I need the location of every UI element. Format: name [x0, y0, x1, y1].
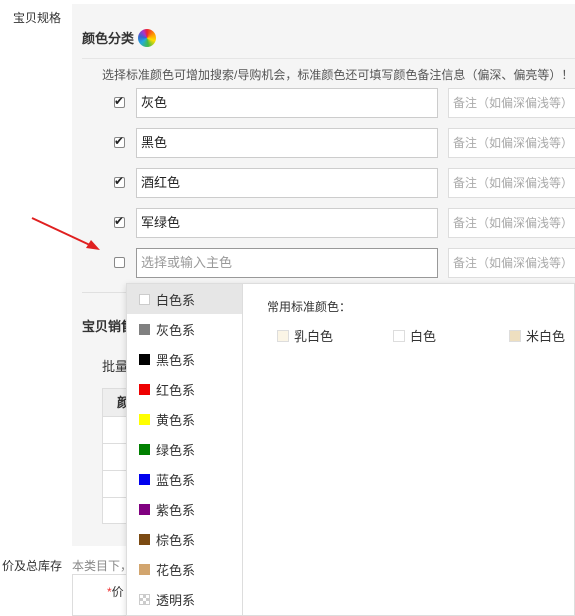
color-swatch-icon: [139, 353, 150, 365]
color-dropdown: 白色系灰色系黑色系红色系黄色系绿色系蓝色系紫色系棕色系花色系透明系 常用标准颜色…: [126, 283, 575, 616]
color-swatch-icon: [139, 533, 150, 545]
color-swatch-icon: [393, 329, 405, 342]
standard-color-option[interactable]: 乳白色: [277, 326, 333, 345]
new-color-row: 选择或输入主色 备注（如偏深偏浅等）: [102, 248, 575, 280]
standard-color-option[interactable]: 白色: [393, 326, 436, 345]
standard-color-label: 米白色: [526, 329, 566, 344]
color-family-label: 棕色系: [156, 532, 196, 548]
color-row: 军绿色 备注（如偏深偏浅等）: [102, 208, 575, 240]
color-family-item[interactable]: 紫色系: [127, 494, 242, 524]
spec-label: 宝贝规格: [13, 11, 62, 25]
color-checkbox[interactable]: [114, 174, 125, 188]
color-family-item[interactable]: 灰色系: [127, 314, 242, 344]
price-stock-label: 价及总库存: [2, 559, 63, 573]
color-family-label: 黑色系: [156, 352, 196, 368]
color-family-label: 灰色系: [156, 322, 196, 338]
color-name-input[interactable]: 酒红色: [136, 168, 438, 198]
batch-label: 批量: [102, 359, 129, 374]
color-swatch-icon: [277, 329, 289, 342]
standard-colors: 乳白色 白色 米白色: [277, 326, 575, 346]
color-note-input[interactable]: 备注（如偏深偏浅等）: [448, 168, 575, 198]
color-checkbox[interactable]: [114, 134, 125, 148]
color-family-item[interactable]: 蓝色系: [127, 464, 242, 494]
standard-color-option[interactable]: 米白色: [509, 326, 565, 345]
color-family-label: 花色系: [156, 562, 196, 578]
color-section-title-text: 颜色分类: [82, 31, 135, 46]
color-name-input[interactable]: 军绿色: [136, 208, 438, 238]
color-name-input[interactable]: 灰色: [136, 88, 438, 118]
color-checkbox[interactable]: [114, 214, 125, 228]
new-color-note-input[interactable]: 备注（如偏深偏浅等）: [448, 248, 575, 278]
color-family-item[interactable]: 白色系: [127, 284, 242, 314]
price-col-head: *价: [107, 585, 124, 599]
color-row: 黑色 备注（如偏深偏浅等）: [102, 128, 575, 160]
color-row: 灰色 备注（如偏深偏浅等）: [102, 88, 575, 120]
color-swatch-icon: [139, 563, 150, 575]
new-color-checkbox[interactable]: [114, 257, 125, 268]
standard-colors-title: 常用标准颜色：: [267, 300, 352, 314]
color-family-item[interactable]: 黄色系: [127, 404, 242, 434]
color-note-input[interactable]: 备注（如偏深偏浅等）: [448, 88, 575, 118]
divider: [82, 58, 575, 59]
new-color-input[interactable]: 选择或输入主色: [136, 248, 438, 278]
color-hint: 选择标准颜色可增加搜索/导购机会，标准颜色还可填写颜色备注信息（偏深、偏亮等）！: [102, 68, 574, 82]
color-swatch-icon: [139, 473, 150, 485]
color-section-title: 颜色分类: [82, 28, 157, 47]
color-note-input[interactable]: 备注（如偏深偏浅等）: [448, 208, 575, 238]
color-family-item[interactable]: 棕色系: [127, 524, 242, 554]
color-swatch-icon: [139, 503, 150, 515]
color-family-label: 白色系: [156, 292, 196, 308]
color-row: 酒红色 备注（如偏深偏浅等）: [102, 168, 575, 200]
color-family-label: 绿色系: [156, 442, 196, 458]
color-family-item[interactable]: 绿色系: [127, 434, 242, 464]
color-family-item[interactable]: 黑色系: [127, 344, 242, 374]
color-family-item[interactable]: 透明系: [127, 584, 242, 614]
color-name-input[interactable]: 黑色: [136, 128, 438, 158]
color-family-label: 黄色系: [156, 412, 196, 428]
standard-color-label: 白色: [410, 329, 437, 344]
price-col-head-text: 价: [111, 585, 124, 599]
color-swatch-icon: [139, 593, 150, 605]
price-subtext: 本类目下，: [72, 559, 133, 573]
color-note-input[interactable]: 备注（如偏深偏浅等）: [448, 128, 575, 158]
color-family-label: 红色系: [156, 382, 196, 398]
color-swatch-icon: [509, 329, 521, 342]
color-swatch-icon: [139, 383, 150, 395]
color-family-label: 紫色系: [156, 502, 196, 518]
red-arrow-icon: [31, 217, 100, 250]
color-swatch-icon: [139, 413, 150, 425]
color-family-list: 白色系灰色系黑色系红色系黄色系绿色系蓝色系紫色系棕色系花色系透明系: [127, 284, 243, 615]
color-family-item[interactable]: 花色系: [127, 554, 242, 584]
color-family-item[interactable]: 红色系: [127, 374, 242, 404]
color-wheel-icon: [138, 28, 157, 47]
color-family-label: 蓝色系: [156, 472, 196, 488]
standard-color-label: 乳白色: [294, 329, 334, 344]
color-checkbox[interactable]: [114, 94, 125, 108]
color-swatch-icon: [139, 323, 150, 335]
color-swatch-icon: [139, 443, 150, 455]
color-swatch-icon: [139, 293, 150, 305]
standard-colors-panel: 常用标准颜色： 乳白色 白色 米白色: [267, 298, 574, 344]
color-family-label: 透明系: [156, 592, 196, 608]
